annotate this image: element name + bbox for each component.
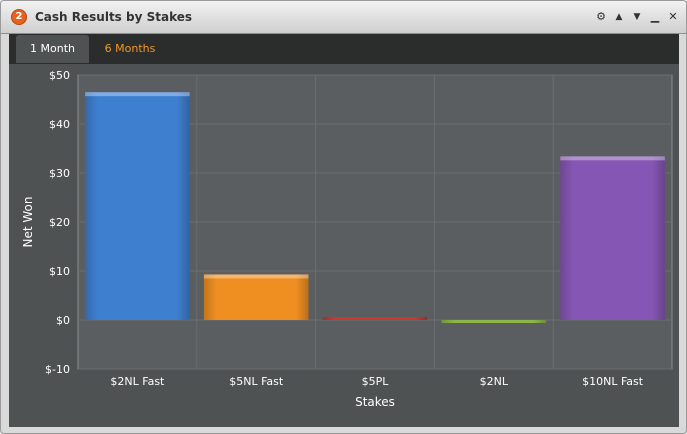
tab-6-months[interactable]: 6 Months bbox=[95, 35, 165, 63]
app-badge-icon: 2 bbox=[12, 10, 26, 24]
tab-1-month[interactable]: 1 Month bbox=[16, 35, 89, 63]
y-tick-label: $10 bbox=[49, 265, 70, 278]
x-axis-ticks: $2NL Fast $5NL Fast $5PL $2NL $10NL Fast bbox=[110, 375, 643, 388]
settings-icon[interactable]: ⚙ bbox=[594, 9, 608, 25]
bar-highlight bbox=[560, 156, 665, 161]
x-axis-label: Stakes bbox=[355, 395, 395, 409]
minimize-icon[interactable]: ▁ bbox=[648, 9, 662, 25]
bar-shading bbox=[560, 156, 665, 320]
x-tick-label: $5NL Fast bbox=[229, 375, 284, 388]
y-axis-label: Net Won bbox=[21, 197, 35, 248]
bar-shading bbox=[441, 320, 547, 323]
tab-strip: 1 Month 6 Months bbox=[9, 34, 679, 63]
y-tick-label: $40 bbox=[49, 118, 70, 131]
x-tick-label: $5PL bbox=[362, 375, 390, 388]
x-tick-label: $2NL Fast bbox=[110, 375, 165, 388]
bar-shading bbox=[322, 317, 428, 320]
bar-shading bbox=[203, 274, 309, 320]
window-title: Cash Results by Stakes bbox=[35, 10, 193, 24]
y-tick-label: $-10 bbox=[45, 363, 70, 376]
bar-highlight bbox=[85, 92, 190, 97]
y-axis-ticks: $-10 $0 $10 $20 $30 $40 $50 bbox=[45, 69, 70, 376]
move-up-icon[interactable]: ▲ bbox=[612, 9, 626, 25]
bar-chart: $-10 $0 $10 $20 $30 $40 $50 $2NL Fast $5NL Fast… bbox=[21, 69, 673, 409]
x-tick-label: $2NL bbox=[480, 375, 509, 388]
bar-shading bbox=[85, 92, 190, 321]
y-tick-label: $50 bbox=[49, 69, 70, 82]
chart-panel: $-10 $0 $10 $20 $30 $40 $50 $2NL Fast $5NL Fast… bbox=[9, 63, 679, 427]
close-icon[interactable]: ✕ bbox=[666, 9, 680, 25]
app-window: 2 Cash Results by Stakes ⚙ ▲ ▼ ▁ ✕ 1 Mon… bbox=[0, 0, 687, 434]
x-tick-label: $10NL Fast bbox=[582, 375, 644, 388]
y-tick-label: $20 bbox=[49, 216, 70, 229]
title-bar[interactable]: 2 Cash Results by Stakes ⚙ ▲ ▼ ▁ ✕ bbox=[1, 1, 686, 34]
bar-highlight bbox=[203, 274, 309, 279]
move-down-icon[interactable]: ▼ bbox=[630, 9, 644, 25]
y-tick-label: $0 bbox=[56, 314, 70, 327]
y-tick-label: $30 bbox=[49, 167, 70, 180]
